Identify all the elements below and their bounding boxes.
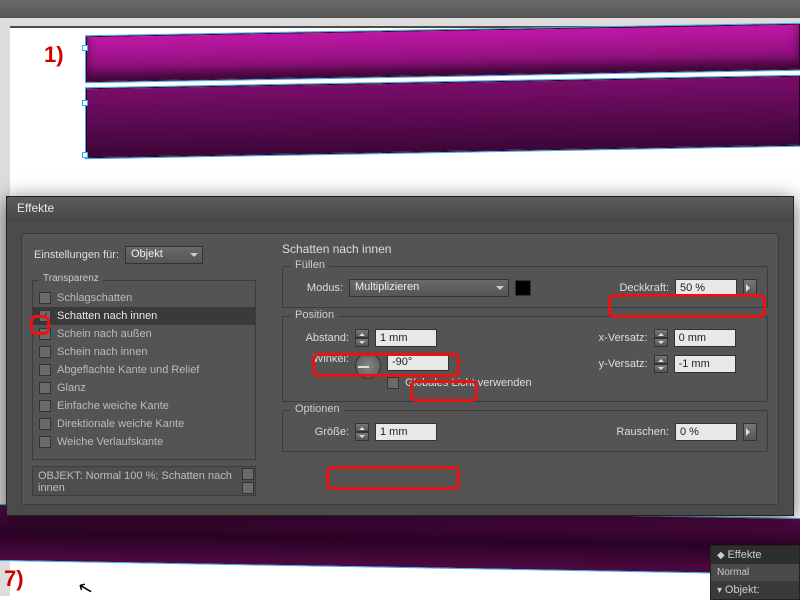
ruler-horizontal — [0, 18, 800, 26]
fx-item-bevel-emboss[interactable]: Abgeflachte Kante und Relief — [33, 361, 255, 379]
color-swatch[interactable] — [515, 280, 531, 296]
distance-label: Abstand: — [293, 332, 349, 344]
checkbox-icon[interactable] — [39, 418, 51, 430]
x-offset-label: x-Versatz: — [572, 332, 648, 344]
blend-mode-select[interactable]: Multiplizieren — [349, 279, 509, 297]
fx-item-basic-feather[interactable]: Einfache weiche Kante — [33, 397, 255, 415]
checkbox-icon[interactable] — [39, 346, 51, 358]
y-offset-stepper[interactable] — [654, 355, 668, 373]
checkbox-icon[interactable] — [387, 377, 399, 389]
distance-stepper[interactable] — [355, 329, 369, 347]
fx-item-inner-glow[interactable]: Schein nach innen — [33, 343, 255, 361]
selection-handle[interactable] — [82, 152, 88, 158]
position-section: Position Abstand: Winkel: — [282, 316, 768, 402]
selection-handle[interactable] — [82, 100, 88, 106]
checkbox-icon[interactable]: ✓ — [39, 310, 51, 322]
x-offset-stepper[interactable] — [654, 329, 668, 347]
distance-input[interactable] — [375, 329, 437, 347]
x-offset-input[interactable] — [674, 329, 736, 347]
dialog-title[interactable]: Effekte — [7, 197, 793, 221]
fx-item-directional-feather[interactable]: Direktionale weiche Kante — [33, 415, 255, 433]
fx-item-outer-glow[interactable]: Schein nach außen — [33, 325, 255, 343]
settings-for-select[interactable]: Objekt — [125, 246, 203, 264]
selected-object-bottom[interactable] — [86, 76, 800, 158]
fill-section: Füllen Modus: Multiplizieren Deckkraft: — [282, 266, 768, 308]
opacity-label: Deckkraft: — [619, 282, 669, 294]
mode-label: Modus: — [293, 282, 343, 294]
y-offset-input[interactable] — [674, 355, 736, 373]
size-label: Größe: — [293, 426, 349, 438]
scroll-down-icon[interactable] — [242, 482, 254, 494]
noise-label: Rauschen: — [616, 426, 669, 438]
global-light-label: Globales Licht verwenden — [405, 377, 532, 389]
noise-flyout[interactable] — [743, 423, 757, 441]
effects-list-header[interactable]: Transparenz — [39, 273, 103, 284]
checkbox-icon[interactable] — [39, 292, 51, 304]
checkbox-icon[interactable] — [39, 400, 51, 412]
checkbox-icon[interactable] — [39, 382, 51, 394]
scroll-up-icon[interactable] — [242, 468, 254, 480]
fx-item-drop-shadow[interactable]: Schlagschatten — [33, 289, 255, 307]
checkbox-icon[interactable] — [39, 364, 51, 376]
options-section: Optionen Größe: Rauschen: — [282, 410, 768, 452]
y-offset-label: y-Versatz: — [572, 358, 648, 370]
annotation-7: 7) — [4, 566, 24, 592]
annotation-1: 1) — [44, 42, 64, 68]
fx-item-gradient-feather[interactable]: Weiche Verlaufskante — [33, 433, 255, 451]
size-input[interactable] — [375, 423, 437, 441]
fx-item-inner-shadow[interactable]: ✓Schatten nach innen — [33, 307, 255, 325]
mini-tab-effects[interactable]: ◆ Effekte — [711, 546, 799, 564]
selected-object-top[interactable] — [86, 24, 800, 82]
size-stepper[interactable] — [355, 423, 369, 441]
opacity-flyout[interactable] — [743, 279, 757, 297]
effects-mini-panel[interactable]: ◆ Effekte Normal ▾ Objekt: — [710, 545, 800, 600]
selection-handle[interactable] — [82, 45, 88, 51]
effects-dialog: Effekte Einstellungen für: Objekt Transp… — [6, 196, 794, 516]
noise-input[interactable] — [675, 423, 737, 441]
mini-blend-mode[interactable]: Normal — [711, 564, 799, 581]
angle-wheel[interactable] — [355, 353, 381, 379]
angle-label: Winkel: — [293, 353, 349, 365]
effects-list: Transparenz Schlagschatten ✓Schatten nac… — [32, 280, 256, 460]
effects-summary: OBJEKT: Normal 100 %; Schatten nach inne… — [32, 466, 256, 496]
settings-for-label: Einstellungen für: — [34, 249, 119, 261]
angle-input[interactable] — [387, 353, 449, 371]
checkbox-icon[interactable] — [39, 436, 51, 448]
mini-row-object[interactable]: ▾ Objekt: — [711, 581, 799, 599]
checkbox-icon[interactable] — [39, 328, 51, 340]
panel-title: Schatten nach innen — [282, 242, 768, 256]
opacity-input[interactable] — [675, 279, 737, 297]
fx-item-satin[interactable]: Glanz — [33, 379, 255, 397]
